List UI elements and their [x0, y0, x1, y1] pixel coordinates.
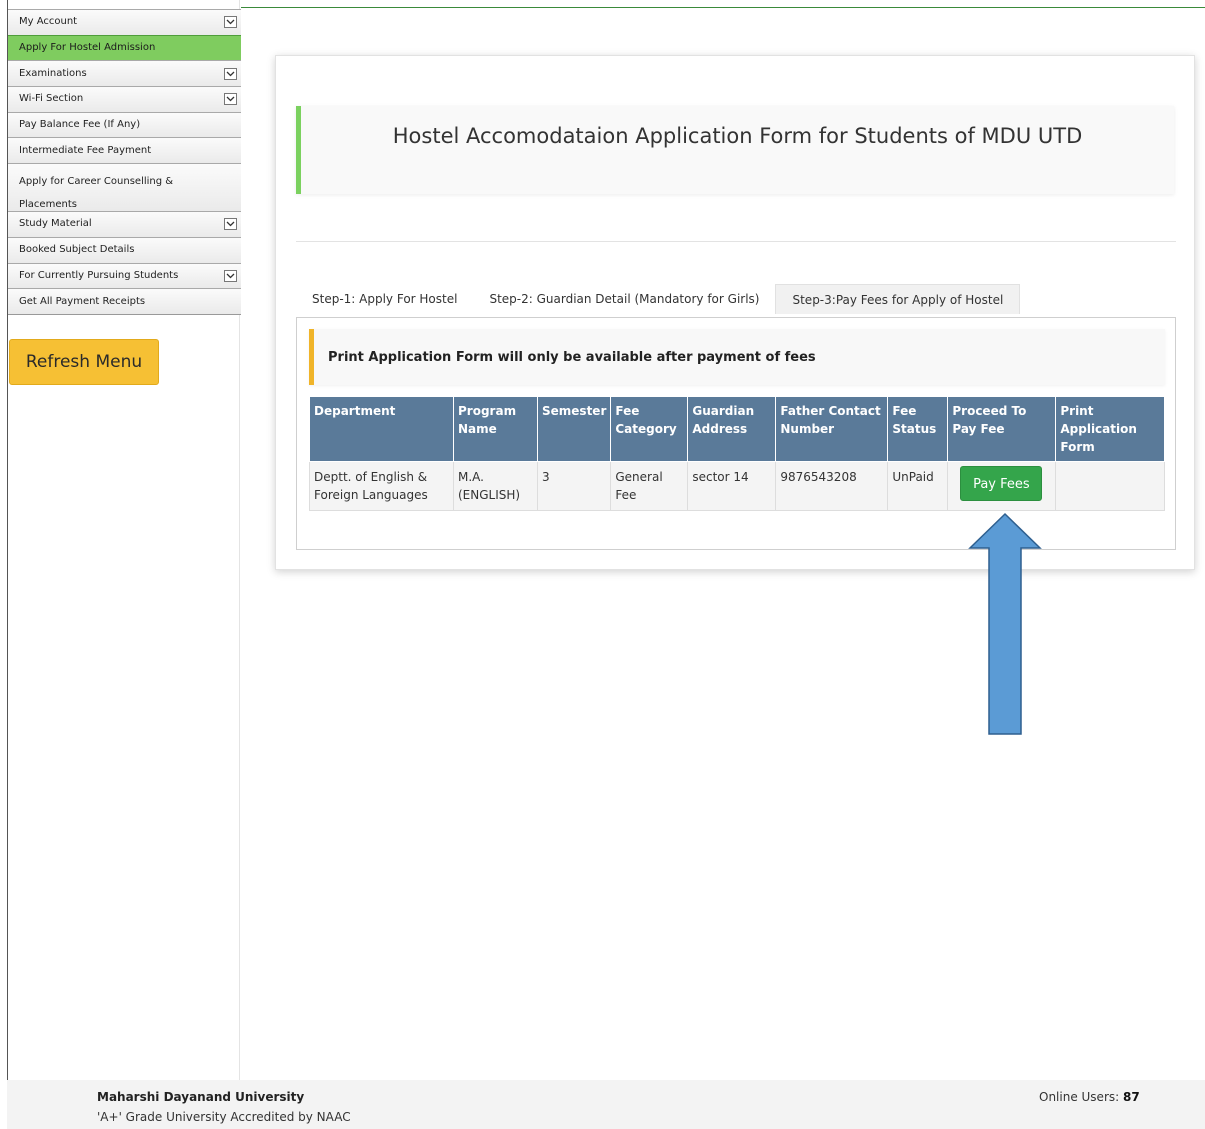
- payment-notice: Print Application Form will only be avai…: [309, 329, 1165, 385]
- column-header-proceed-to-pay: Proceed To Pay Fee: [947, 396, 1057, 462]
- pay-fees-button[interactable]: Pay Fees: [960, 466, 1043, 501]
- online-users-label: Online Users:: [1039, 1090, 1120, 1104]
- sidebar-item-study-material[interactable]: Study Material: [8, 211, 241, 237]
- refresh-menu-button[interactable]: Refresh Menu: [9, 339, 159, 385]
- sidebar-item-wifi-section[interactable]: Wi-Fi Section: [8, 86, 241, 112]
- sidebar-item-label: Examinations: [19, 67, 87, 79]
- cell-program: M.A. (ENGLISH): [453, 461, 538, 511]
- chevron-down-icon[interactable]: [224, 16, 237, 29]
- application-card: Hostel Accomodataion Application Form fo…: [275, 55, 1195, 570]
- tab-step-3-pay-fees[interactable]: Step-3:Pay Fees for Apply of Hostel: [775, 284, 1021, 314]
- sidebar-item-label: My Account: [19, 16, 78, 28]
- step-tabs: Step-1: Apply For Hostel Step-2: Guardia…: [296, 284, 1021, 314]
- sidebar-item-intermediate-fee[interactable]: Intermediate Fee Payment: [8, 137, 241, 164]
- top-border-line: [241, 7, 1205, 8]
- page-title-box: Hostel Accomodataion Application Form fo…: [296, 106, 1174, 194]
- sidebar-item-examinations[interactable]: Examinations: [8, 60, 241, 87]
- cell-fee-status: UnPaid: [887, 461, 949, 511]
- university-name: Maharshi Dayanand University: [97, 1090, 305, 1104]
- chevron-down-icon[interactable]: [224, 269, 237, 282]
- column-header-fee-status: Fee Status: [887, 396, 949, 462]
- accreditation-text: 'A+' Grade University Accredited by NAAC: [97, 1110, 351, 1124]
- online-users-count: 87: [1123, 1090, 1140, 1104]
- cell-guardian-address: sector 14: [687, 461, 777, 511]
- sidebar-item-label: For Currently Pursuing Students: [19, 269, 179, 281]
- column-header-print-form: Print Application Form: [1055, 396, 1165, 462]
- tab-step-1-apply[interactable]: Step-1: Apply For Hostel: [296, 284, 473, 314]
- chevron-down-icon[interactable]: [224, 218, 237, 231]
- sidebar-item-apply-hostel-admission[interactable]: Apply For Hostel Admission: [8, 34, 241, 61]
- sidebar-item-payment-receipts[interactable]: Get All Payment Receipts: [8, 288, 241, 314]
- column-header-department: Department: [309, 396, 454, 462]
- cell-fee-category: General Fee: [610, 461, 689, 511]
- up-arrow-annotation: [968, 512, 1042, 735]
- cell-semester: 3: [536, 461, 612, 511]
- divider: [296, 241, 1176, 242]
- column-header-program: Program Name: [453, 396, 538, 462]
- cell-department: Deptt. of English & Foreign Languages: [309, 461, 454, 511]
- sidebar-menu: My Account Apply For Hostel Admission Ex…: [8, 9, 241, 315]
- sidebar-item-label: Apply For Hostel Admission: [19, 42, 156, 54]
- online-users: Online Users: 87: [1039, 1090, 1140, 1104]
- column-header-fee-category: Fee Category: [610, 396, 689, 462]
- cell-proceed-to-pay: Pay Fees: [947, 461, 1057, 511]
- sidebar-item-my-account[interactable]: My Account: [8, 9, 241, 35]
- chevron-down-icon[interactable]: [224, 67, 237, 80]
- sidebar-item-label: Get All Payment Receipts: [19, 295, 146, 307]
- sidebar-item-currently-pursuing[interactable]: For Currently Pursuing Students: [8, 262, 241, 289]
- chevron-down-icon[interactable]: [224, 93, 237, 106]
- sidebar-item-label: Study Material: [19, 218, 92, 230]
- application-table: Department Program Name Semester Fee Cat…: [309, 396, 1165, 511]
- sidebar-item-label: Booked Subject Details: [19, 244, 135, 256]
- cell-print-form: [1055, 461, 1165, 511]
- sidebar-item-career-counselling[interactable]: Apply for Career Counselling & Placement…: [8, 163, 241, 212]
- table-row: Deptt. of English & Foreign Languages M.…: [309, 461, 1165, 511]
- sidebar-item-label: Pay Balance Fee (If Any): [19, 119, 141, 131]
- column-header-guardian-address: Guardian Address: [687, 396, 777, 462]
- cell-father-contact: 9876543208: [775, 461, 889, 511]
- tab-step-2-guardian[interactable]: Step-2: Guardian Detail (Mandatory for G…: [473, 284, 775, 314]
- tab-panel-pay-fees: Print Application Form will only be avai…: [296, 317, 1176, 550]
- sidebar-item-label: Apply for Career Counselling & Placement…: [19, 176, 174, 211]
- table-header-row: Department Program Name Semester Fee Cat…: [309, 396, 1165, 462]
- footer: Maharshi Dayanand University 'A+' Grade …: [7, 1080, 1205, 1129]
- sidebar-item-pay-balance-fee[interactable]: Pay Balance Fee (If Any): [8, 111, 241, 138]
- sidebar-item-booked-subject-details[interactable]: Booked Subject Details: [8, 236, 241, 263]
- column-header-semester: Semester: [536, 396, 612, 462]
- column-header-father-contact: Father Contact Number: [775, 396, 889, 462]
- sidebar-item-label: Intermediate Fee Payment: [19, 144, 152, 156]
- sidebar: My Account Apply For Hostel Admission Ex…: [7, 0, 241, 1080]
- page-title: Hostel Accomodataion Application Form fo…: [392, 124, 1083, 148]
- sidebar-item-label: Wi-Fi Section: [19, 93, 84, 105]
